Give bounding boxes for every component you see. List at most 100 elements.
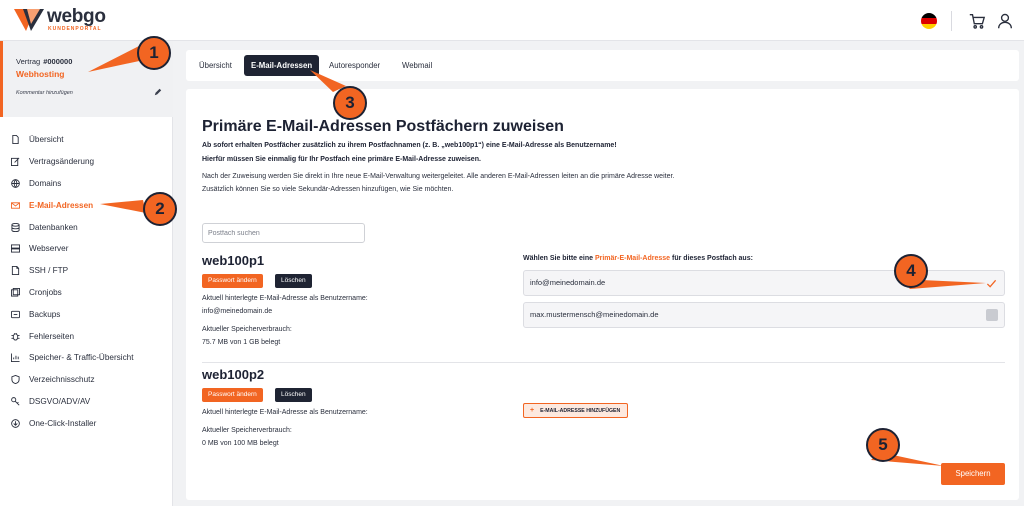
key-icon <box>11 397 20 406</box>
sidebar-item-label: Cronjobs <box>29 287 62 297</box>
add-comment-link[interactable]: Kommentar hinzufügen <box>16 90 73 96</box>
callout-badge: 2 <box>143 192 177 226</box>
sidebar-item-label: Verzeichnisschutz <box>29 375 95 385</box>
sidebar-item-ssh-ftp[interactable]: SSH / FTP <box>0 260 173 282</box>
intro-text-bold-2: Hierfür müssen Sie einmalig für Ihr Post… <box>202 156 481 163</box>
plus-icon: + <box>530 407 535 414</box>
sidebar-item-webserver[interactable]: Webserver <box>0 238 173 260</box>
sidebar-item-label: Webserver <box>29 244 69 254</box>
callout-badge: 1 <box>137 36 171 70</box>
sidebar-item-label: Speicher- & Traffic-Übersicht <box>29 353 134 363</box>
sidebar-nav: Übersicht Vertragsänderung Domains E-Mai… <box>0 129 173 434</box>
add-email-address-button[interactable]: + E-MAIL-ADRESSE HINZUFÜGEN <box>523 403 629 418</box>
sidebar-item-label: Fehlerseiten <box>29 331 75 341</box>
cart-icon[interactable] <box>968 12 986 30</box>
shield-icon <box>11 375 20 385</box>
mailbox-name: web100p1 <box>202 253 265 268</box>
divider <box>951 11 952 31</box>
globe-icon <box>11 179 20 188</box>
backup-icon <box>11 310 20 318</box>
database-icon <box>11 222 20 232</box>
checkbox-icon <box>986 309 998 321</box>
delete-button[interactable]: Löschen <box>275 388 312 402</box>
sidebar-item-uebersicht[interactable]: Übersicht <box>0 129 173 151</box>
tab-uebersicht[interactable]: Übersicht <box>192 55 239 76</box>
bug-icon <box>11 332 20 341</box>
intro-text-bold-1: Ab sofort erhalten Postfächer zusätzlich… <box>202 142 617 149</box>
sidebar-item-backups[interactable]: Backups <box>0 303 173 325</box>
tab-webmail[interactable]: Webmail <box>395 55 439 76</box>
prompt-prefix: Wählen Sie bitte eine <box>523 255 594 262</box>
primary-address-prompt: Wählen Sie bitte eine Primär-E-Mail-Adre… <box>523 255 753 262</box>
sidebar-item-label: SSH / FTP <box>29 266 69 276</box>
logo-tagline: KUNDENPORTAL <box>48 26 102 32</box>
sidebar-item-speicher-traffic[interactable]: Speicher- & Traffic-Übersicht <box>0 347 173 369</box>
server-icon <box>11 244 20 253</box>
chart-icon <box>11 353 20 363</box>
email-username-value: info@meinedomain.de <box>202 308 273 315</box>
email-option-selected[interactable]: info@meinedomain.de <box>523 270 1005 296</box>
storage-usage-value: 0 MB von 100 MB belegt <box>202 440 279 447</box>
callout-badge: 3 <box>333 86 367 120</box>
checkmark-icon <box>986 279 997 288</box>
sidebar-item-domains[interactable]: Domains <box>0 173 173 195</box>
sidebar-item-label: Domains <box>29 178 62 188</box>
contract-label: Vertrag #000000 <box>16 57 73 66</box>
email-username-label: Aktuell hinterlegte E-Mail-Adresse als B… <box>202 409 368 416</box>
sidebar-item-label: One-Click-Installer <box>29 418 97 428</box>
file-icon <box>11 266 20 276</box>
sidebar-item-label: Backups <box>29 309 61 319</box>
contract-name[interactable]: Webhosting <box>16 69 64 79</box>
email-option-label: max.mustermensch@meinedomain.de <box>530 310 659 319</box>
logo-mark-icon <box>14 9 44 31</box>
sidebar-item-label: Vertragsänderung <box>29 157 95 167</box>
divider <box>202 362 1005 363</box>
sidebar-item-fehlerseiten[interactable]: Fehlerseiten <box>0 325 173 347</box>
intro-text-3: Nach der Zuweisung werden Sie direkt in … <box>202 173 675 180</box>
tab-autoresponder[interactable]: Autoresponder <box>322 55 387 76</box>
email-username-label: Aktuell hinterlegte E-Mail-Adresse als B… <box>202 295 368 302</box>
tab-bar: Übersicht E-Mail-Adressen Autoresponder … <box>186 50 1019 81</box>
cronjob-icon <box>11 287 20 297</box>
sidebar-item-one-click-installer[interactable]: One-Click-Installer <box>0 412 173 434</box>
delete-button[interactable]: Löschen <box>275 274 312 288</box>
prompt-suffix: für dieses Postfach aus: <box>672 255 753 262</box>
page-title: Primäre E-Mail-Adressen Postfächern zuwe… <box>202 118 564 135</box>
contract-number: #000000 <box>43 57 73 66</box>
storage-usage-label: Aktueller Speicherverbrauch: <box>202 326 292 333</box>
email-option-label: info@meinedomain.de <box>530 278 606 287</box>
user-icon[interactable] <box>996 12 1014 30</box>
sidebar-item-verzeichnisschutz[interactable]: Verzeichnisschutz <box>0 369 173 391</box>
intro-text-4: Zusätzlich können Sie so viele Sekundär-… <box>202 186 454 193</box>
change-password-button[interactable]: Passwort ändern <box>202 274 263 288</box>
sidebar-item-label: DSGVO/ADV/AV <box>29 396 91 406</box>
save-button[interactable]: Speichern <box>941 463 1005 485</box>
storage-usage-label: Aktueller Speicherverbrauch: <box>202 427 292 434</box>
mail-icon <box>11 202 20 209</box>
email-option[interactable]: max.mustermensch@meinedomain.de <box>523 302 1005 328</box>
sidebar-item-cronjobs[interactable]: Cronjobs <box>0 282 173 304</box>
logo-text: webgo <box>47 6 106 27</box>
sidebar-item-label: E-Mail-Adressen <box>29 200 94 210</box>
top-icons <box>921 10 1014 32</box>
pencil-icon[interactable] <box>154 88 162 96</box>
add-email-label: E-MAIL-ADRESSE HINZUFÜGEN <box>540 408 621 414</box>
change-password-button[interactable]: Passwort ändern <box>202 388 263 402</box>
webgo-logo[interactable]: webgo KUNDENPORTAL <box>14 6 134 35</box>
document-icon <box>12 135 19 145</box>
mailbox-search-input[interactable] <box>202 223 365 243</box>
top-bar: webgo KUNDENPORTAL <box>0 0 1024 41</box>
callout-badge: 4 <box>894 254 928 288</box>
sidebar-item-label: Übersicht <box>29 135 64 145</box>
edit-icon <box>11 157 20 167</box>
sidebar-item-dsgvo[interactable]: DSGVO/ADV/AV <box>0 391 173 413</box>
sidebar-item-vertragsaenderung[interactable]: Vertragsänderung <box>0 151 173 173</box>
callout-badge: 5 <box>866 428 900 462</box>
sidebar-item-label: Datenbanken <box>29 222 78 232</box>
sidebar: Vertrag #000000 Webhosting Kommentar hinz… <box>0 41 173 506</box>
tab-email-adressen[interactable]: E-Mail-Adressen <box>244 55 320 76</box>
download-icon <box>11 418 20 428</box>
prompt-highlight: Primär-E-Mail-Adresse <box>594 255 671 262</box>
flag-de-icon[interactable] <box>921 13 937 29</box>
mailbox-name: web100p2 <box>202 367 265 382</box>
